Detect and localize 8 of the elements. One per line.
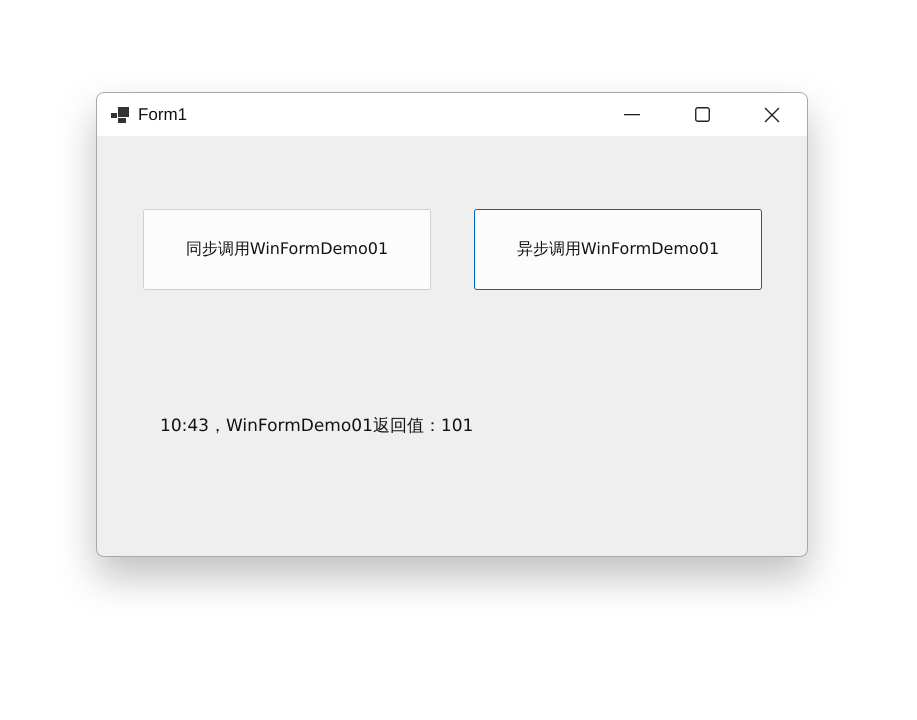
minimize-icon	[624, 114, 640, 116]
action-button[interactable]: 同步调用WinFormDemo01	[143, 209, 431, 290]
maximize-icon	[694, 107, 710, 122]
window-title: Form1	[138, 104, 188, 124]
action-button[interactable]: 异步调用WinFormDemo01	[474, 209, 762, 290]
app-icon	[111, 106, 129, 122]
result-label: 10:43，WinFormDemo01返回值：101	[160, 415, 474, 437]
close-icon	[764, 106, 780, 122]
